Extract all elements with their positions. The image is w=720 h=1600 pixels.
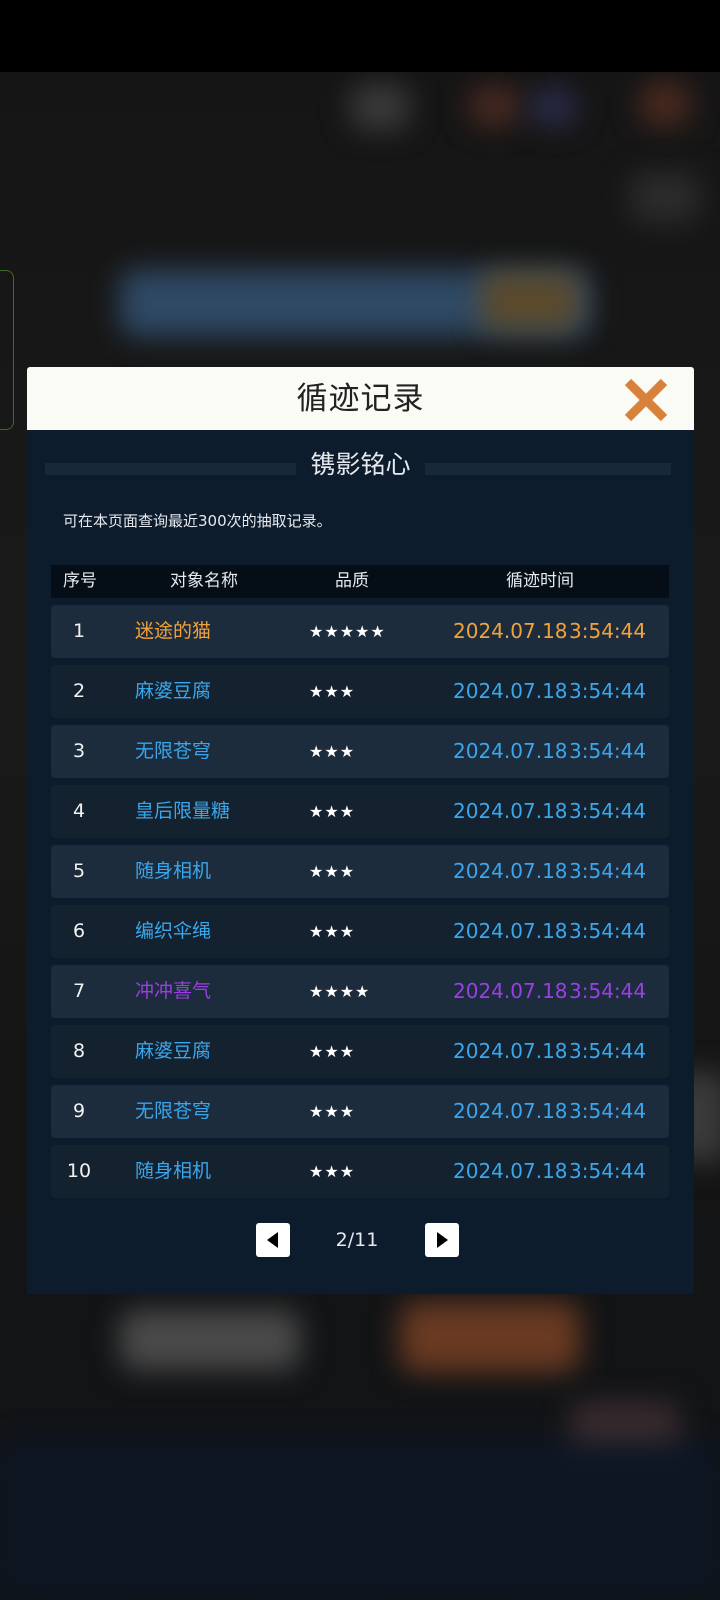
row-date: 2024.07.18: [453, 619, 568, 643]
dialog-header: 循迹记录: [27, 367, 694, 430]
table-row: 4 皇后限量糖 ★★★ 2024.07.18 3:54:44: [51, 785, 669, 838]
row-index: 8: [72, 1040, 86, 1062]
dialog-title: 循迹记录: [296, 381, 425, 417]
header-index: 序号: [63, 571, 97, 591]
row-time: 3:54:44: [569, 979, 647, 1003]
row-quality-stars: ★★★: [309, 802, 356, 821]
row-name: 随身相机: [135, 1160, 212, 1182]
row-name: 麻婆豆腐: [135, 1040, 212, 1062]
row-time: 3:54:44: [569, 799, 647, 823]
row-date: 2024.07.18: [453, 979, 568, 1003]
row-date: 2024.07.18: [453, 739, 568, 763]
table-row: 3 无限苍穹 ★★★ 2024.07.18 3:54:44: [51, 725, 669, 778]
row-index: 9: [72, 1100, 86, 1122]
table-row: 1 迷途的猫 ★★★★★ 2024.07.18 3:54:44: [51, 605, 669, 658]
row-index: 6: [72, 920, 86, 942]
row-index: 5: [72, 860, 86, 882]
subtitle-label: 镌影铭心: [27, 447, 694, 483]
row-date: 2024.07.18: [453, 1159, 568, 1183]
notice-text: 可在本页面查询最近300次的抽取记录。: [63, 512, 332, 530]
table-row: 2 麻婆豆腐 ★★★ 2024.07.18 3:54:44: [51, 665, 669, 718]
row-name: 无限苍穹: [135, 740, 212, 762]
row-time: 3:54:44: [569, 619, 647, 643]
row-index: 7: [72, 980, 86, 1002]
row-date: 2024.07.18: [453, 679, 568, 703]
row-index: 10: [66, 1160, 92, 1182]
table-row: 10 随身相机 ★★★ 2024.07.18 3:54:44: [51, 1145, 669, 1198]
row-quality-stars: ★★★: [309, 682, 356, 701]
table-row: 5 随身相机 ★★★ 2024.07.18 3:54:44: [51, 845, 669, 898]
row-quality-stars: ★★★: [309, 1102, 356, 1121]
row-time: 3:54:44: [569, 1159, 647, 1183]
triangle-left-icon: [267, 1232, 278, 1248]
triangle-right-icon: [437, 1232, 448, 1248]
row-index: 2: [72, 680, 86, 702]
row-time: 3:54:44: [569, 1039, 647, 1063]
row-time: 3:54:44: [569, 739, 647, 763]
row-quality-stars: ★★★: [309, 862, 356, 881]
next-page-button[interactable]: [425, 1223, 459, 1257]
side-tab-outline: [0, 270, 14, 430]
header-name: 对象名称: [170, 571, 238, 591]
row-index: 1: [72, 620, 86, 642]
row-name: 无限苍穹: [135, 1100, 212, 1122]
row-date: 2024.07.18: [453, 919, 568, 943]
table-row: 6 编织伞绳 ★★★ 2024.07.18 3:54:44: [51, 905, 669, 958]
row-date: 2024.07.18: [453, 799, 568, 823]
status-bar: [0, 0, 720, 72]
table-header: 序号 对象名称 品质 循迹时间: [51, 565, 669, 598]
table-row: 9 无限苍穹 ★★★ 2024.07.18 3:54:44: [51, 1085, 669, 1138]
row-quality-stars: ★★★★★: [309, 622, 386, 641]
page-indicator: 2/11: [335, 1229, 379, 1251]
pool-name: 镌影铭心: [296, 450, 425, 479]
row-date: 2024.07.18: [453, 1039, 568, 1063]
header-quality: 品质: [335, 571, 369, 591]
row-name: 随身相机: [135, 860, 212, 882]
header-time: 循迹时间: [506, 571, 574, 591]
row-time: 3:54:44: [569, 679, 647, 703]
row-time: 3:54:44: [569, 1099, 647, 1123]
row-time: 3:54:44: [569, 859, 647, 883]
row-quality-stars: ★★★: [309, 922, 356, 941]
row-name: 冲冲喜气: [135, 980, 212, 1002]
table-row: 8 麻婆豆腐 ★★★ 2024.07.18 3:54:44: [51, 1025, 669, 1078]
row-date: 2024.07.18: [453, 859, 568, 883]
row-name: 编织伞绳: [135, 920, 212, 942]
row-name: 麻婆豆腐: [135, 680, 212, 702]
row-index: 4: [72, 800, 86, 822]
prev-page-button[interactable]: [256, 1223, 290, 1257]
row-time: 3:54:44: [569, 919, 647, 943]
record-dialog: 循迹记录 镌影铭心 可在本页面查询最近300次的抽取记录。 序号 对象名称 品质…: [27, 367, 694, 1294]
table-row: 7 冲冲喜气 ★★★★ 2024.07.18 3:54:44: [51, 965, 669, 1018]
row-quality-stars: ★★★★: [309, 982, 371, 1001]
row-index: 3: [72, 740, 86, 762]
row-name: 皇后限量糖: [135, 800, 231, 822]
row-date: 2024.07.18: [453, 1099, 568, 1123]
close-button[interactable]: [623, 377, 669, 423]
row-quality-stars: ★★★: [309, 742, 356, 761]
row-quality-stars: ★★★: [309, 1042, 356, 1061]
close-x-icon: [624, 378, 668, 422]
row-name: 迷途的猫: [135, 620, 212, 642]
row-quality-stars: ★★★: [309, 1162, 356, 1181]
